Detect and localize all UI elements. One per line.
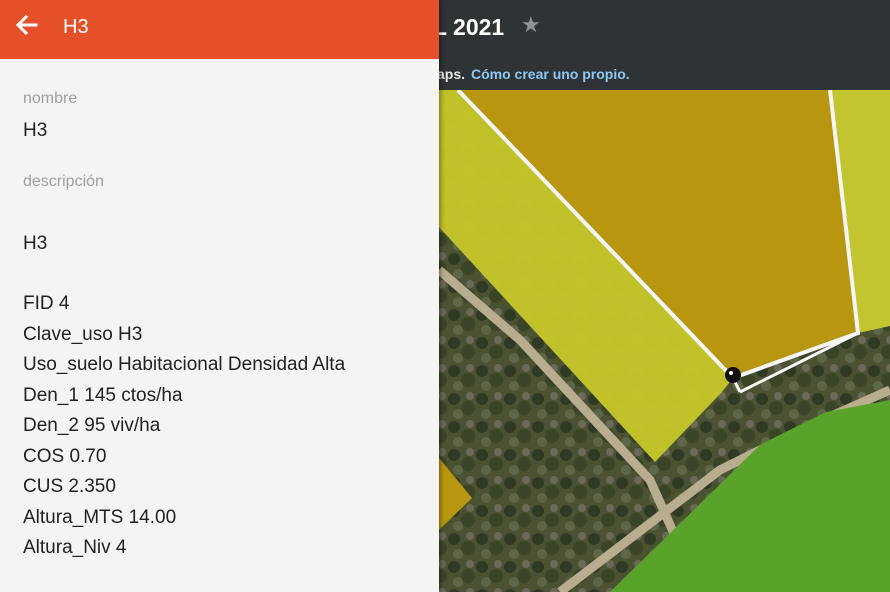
back-button[interactable] — [10, 8, 46, 44]
descripcion-label: descripción — [23, 173, 104, 190]
descripcion-value: H3 — [23, 233, 48, 254]
attribute-line: Altura_MTS 14.00 — [23, 506, 177, 528]
attribute-line: Uso_suelo Habitacional Densidad Alta — [23, 354, 346, 375]
nombre-value: H3 — [23, 120, 48, 141]
attribute-line: Altura_Niv 4 — [23, 537, 127, 558]
location-marker-highlight — [729, 371, 733, 375]
attribute-line: CUS 2.350 — [23, 476, 116, 497]
star-icon[interactable]: ★ — [521, 14, 543, 36]
arrow-left-icon — [15, 14, 38, 36]
panel-header: H3 — [0, 0, 439, 59]
map-header: L 2021 ★ aps. Cómo crear uno propio. — [439, 0, 890, 90]
map-title: L 2021 — [439, 14, 505, 40]
map-notice: aps. Cómo crear uno propio. — [439, 64, 630, 84]
attribute-line: COS 0.70 — [23, 445, 107, 467]
attribute-line: Den_2 95 viv/ha — [23, 415, 161, 436]
attribute-line: Den_1 145 ctos/ha — [23, 384, 183, 406]
feature-details-panel: H3 nombre H3 descripción H3 FID 4 Clave_… — [0, 0, 439, 592]
nombre-label: nombre — [23, 90, 78, 107]
attribute-line: FID 4 — [23, 293, 70, 314]
location-marker[interactable] — [725, 367, 741, 383]
attribute-line: Clave_uso H3 — [23, 323, 143, 345]
create-own-map-link[interactable]: Cómo crear uno propio. — [471, 66, 630, 82]
description-attribute-list: FID 4 Clave_uso H3 Uso_suelo Habitaciona… — [23, 292, 345, 567]
panel-title: H3 — [63, 16, 89, 38]
map-notice-text: aps. — [439, 66, 466, 82]
